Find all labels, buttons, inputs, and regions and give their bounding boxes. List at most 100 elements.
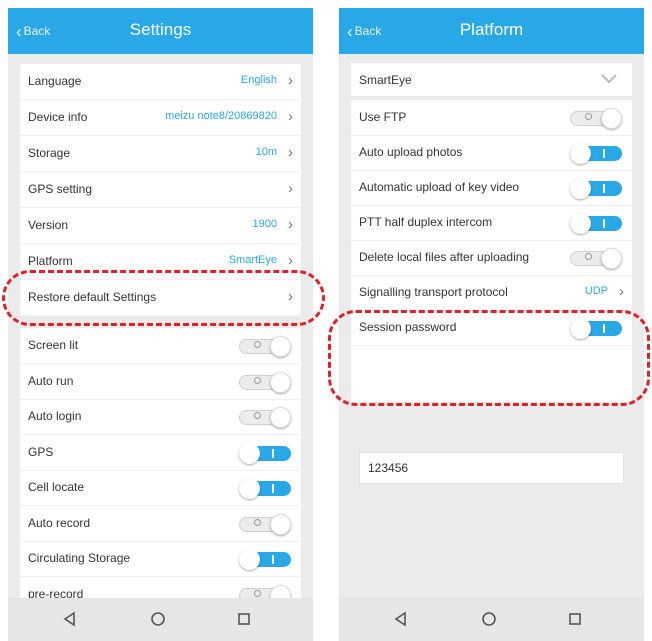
setting-value: UDP <box>584 285 608 297</box>
setting-value: 10m <box>255 146 277 158</box>
toggle-knob <box>601 248 622 269</box>
chevron-right-icon: › <box>288 108 293 125</box>
toggle-row-auto-record: Auto record <box>20 506 301 542</box>
toggle-switch[interactable] <box>570 178 622 199</box>
toggle-switch[interactable] <box>570 213 622 234</box>
back-triangle-icon[interactable] <box>60 609 80 629</box>
setting-value: 1900 <box>252 218 277 230</box>
settings-toggle-list: Screen lit Auto run Auto login GPS Cell loca… <box>20 328 301 613</box>
header-bar: ‹ Back Settings <box>8 8 313 54</box>
toggle-mark <box>603 219 605 228</box>
setting-row-language[interactable]: Language English › <box>20 64 301 100</box>
toggle-switch[interactable] <box>239 371 291 393</box>
session-password-value: 123456 <box>368 461 409 475</box>
toggle-row-auto-login: Auto login <box>20 399 301 435</box>
toggle-row-gps: GPS <box>20 435 301 471</box>
platform-select-value: SmartEye <box>359 73 412 87</box>
system-nav-bar <box>8 598 313 641</box>
chevron-right-icon: › <box>619 283 624 300</box>
toggle-knob <box>570 178 591 199</box>
toggle-row-auto-run: Auto run <box>20 364 301 400</box>
back-triangle-icon[interactable] <box>391 609 411 629</box>
chevron-right-icon: › <box>288 72 293 89</box>
setting-value: meizu note8/20869820 <box>165 110 277 122</box>
toggle-knob <box>570 143 591 164</box>
toggle-switch[interactable] <box>239 442 291 464</box>
setting-label: Cell locate <box>28 480 85 494</box>
toggle-mark <box>254 589 261 597</box>
toggle-mark <box>254 412 261 419</box>
toggle-switch[interactable] <box>239 407 291 428</box>
toggle-mark <box>603 149 605 158</box>
toggle-knob <box>601 108 622 129</box>
recents-square-icon[interactable] <box>234 609 254 629</box>
setting-row-gps-setting[interactable]: GPS setting › <box>20 172 301 208</box>
toggle-switch[interactable] <box>239 549 291 570</box>
toggle-switch[interactable] <box>570 108 622 129</box>
setting-label: Auto login <box>28 409 82 423</box>
toggle-mark <box>254 341 261 348</box>
toggle-knob <box>270 371 291 393</box>
header-bar: ‹ Back Platform <box>339 8 644 54</box>
chevron-down-icon <box>601 74 617 84</box>
setting-label: Signalling transport protocol <box>359 285 508 299</box>
setting-label: Delete local files after uploading <box>359 250 530 264</box>
setting-label: Storage <box>28 146 71 160</box>
toggle-row-circulating-storage: Circulating Storage <box>20 541 301 577</box>
toggle-knob <box>239 442 260 464</box>
toggle-knob <box>570 213 591 234</box>
setting-label: Language <box>28 74 82 88</box>
toggle-switch[interactable] <box>239 336 291 357</box>
toggle-mark <box>254 518 261 526</box>
platform-row-ptt-half-duplex-intercom: PTT half duplex intercom <box>351 205 632 241</box>
recents-square-icon[interactable] <box>565 609 585 629</box>
setting-row-device-info[interactable]: Device info meizu note8/20869820 › <box>20 100 301 136</box>
setting-label: Auto run <box>28 373 74 388</box>
toggle-switch[interactable] <box>570 248 622 269</box>
chevron-right-icon: › <box>288 252 293 269</box>
platform-row-delete-local-files-after-uploading: Delete local files after uploading <box>351 240 632 276</box>
toggle-knob <box>270 407 291 428</box>
toggle-row-cell-locate: Cell locate <box>20 470 301 506</box>
platform-row-auto-upload-photos: Auto upload photos <box>351 135 632 171</box>
session-password-input[interactable]: 123456 <box>359 452 624 484</box>
toggle-row-screen-lit: Screen lit <box>20 328 301 364</box>
setting-label: Device info <box>28 110 88 124</box>
setting-label: Platform <box>28 254 73 268</box>
setting-label: Automatic upload of key video <box>359 180 520 194</box>
toggle-switch[interactable] <box>239 478 291 499</box>
platform-row-use-ftp: Use FTP <box>351 100 632 136</box>
toggle-mark <box>272 555 274 564</box>
system-nav-bar <box>339 598 644 641</box>
toggle-mark <box>254 376 261 384</box>
setting-label: Circulating Storage <box>28 551 131 565</box>
setting-label: Use FTP <box>359 110 407 124</box>
platform-row-signalling-transport-protocol[interactable]: Signalling transport protocol UDP › <box>351 275 632 311</box>
toggle-switch[interactable] <box>570 143 622 164</box>
toggle-mark <box>603 184 605 193</box>
toggle-mark <box>272 484 274 493</box>
toggle-mark <box>272 448 274 458</box>
toggle-knob <box>270 336 291 357</box>
setting-label: GPS <box>28 444 54 459</box>
home-circle-icon[interactable] <box>479 609 499 629</box>
setting-value: SmartEye <box>228 254 277 266</box>
chevron-right-icon: › <box>288 180 293 197</box>
platform-row-automatic-upload-of-key-video: Automatic upload of key video <box>351 170 632 206</box>
setting-label: Screen lit <box>28 338 79 352</box>
platform-select[interactable]: SmartEye <box>351 63 632 96</box>
setting-label: Auto upload photos <box>359 145 463 159</box>
toggle-switch[interactable] <box>239 513 291 535</box>
setting-row-version[interactable]: Version 1900 › <box>20 208 301 244</box>
home-circle-icon[interactable] <box>148 609 168 629</box>
setting-label: Auto record <box>28 515 91 530</box>
setting-value: English <box>240 74 277 86</box>
setting-label: GPS setting <box>28 182 93 196</box>
toggle-knob <box>239 478 260 499</box>
chevron-right-icon: › <box>288 216 293 233</box>
chevron-right-icon: › <box>288 144 293 161</box>
page-title: Platform <box>459 20 524 39</box>
setting-label: Version <box>28 218 69 232</box>
toggle-knob <box>239 549 260 570</box>
setting-row-storage[interactable]: Storage 10m › <box>20 136 301 172</box>
